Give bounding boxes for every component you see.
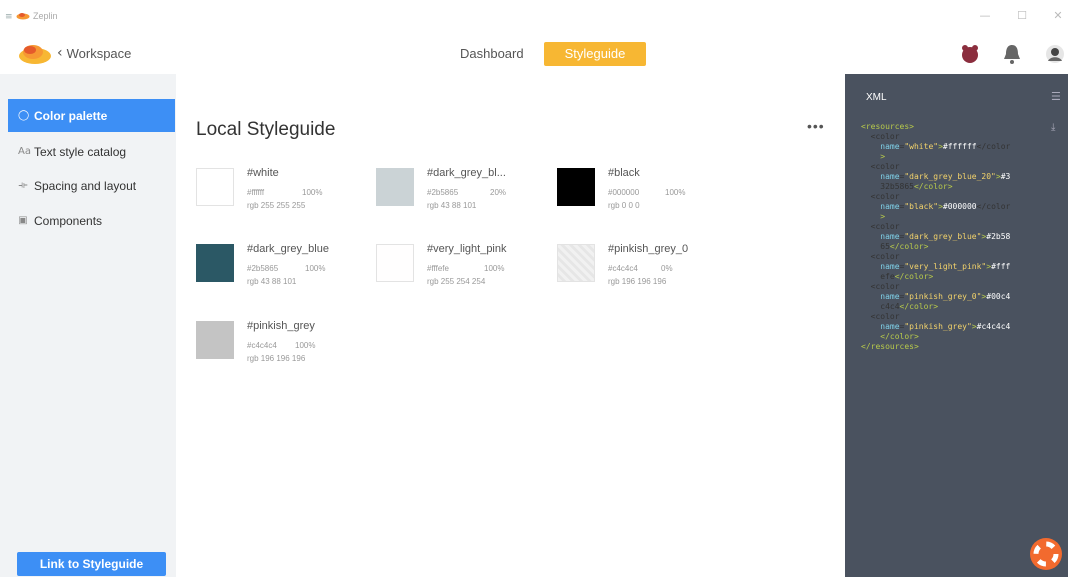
palette-icon: ◯ xyxy=(18,110,30,121)
color-chip xyxy=(376,244,414,282)
avatar-bug-icon[interactable] xyxy=(958,42,982,66)
xml-code-line: <color xyxy=(861,162,900,171)
back-label: Workspace xyxy=(66,45,132,61)
xml-code-line: name="very_light_pink">#fff xyxy=(880,262,1011,271)
color-chip xyxy=(196,321,234,359)
xml-code-line: c4c4</color> xyxy=(861,302,939,311)
main-content: Local Styleguide ••• #white #ffffff 100%… xyxy=(176,74,845,577)
color-hex: #c4c4c4 xyxy=(608,264,638,273)
help-lifebuoy-icon[interactable] xyxy=(1030,538,1062,570)
minimize-button[interactable]: — xyxy=(978,9,992,22)
xml-code-line: efe</color> xyxy=(861,272,934,281)
color-opacity: 100% xyxy=(302,188,323,197)
color-name: #dark_grey_bl... xyxy=(427,167,506,179)
download-icon[interactable]: ⤓ xyxy=(1051,122,1055,133)
xml-code-line: name="dark_grey_blue">#2b58 xyxy=(880,232,1011,241)
color-rgb: rgb 255 254 254 xyxy=(427,277,486,286)
color-chip xyxy=(557,244,595,282)
maximize-button[interactable]: ☐ xyxy=(1015,9,1029,22)
app-name: Zeplin xyxy=(33,11,58,21)
tab-dashboard[interactable]: Dashboard xyxy=(446,42,538,66)
xml-code-line: name="dark_grey_blue_20">#3 xyxy=(880,172,1011,181)
color-opacity: 0% xyxy=(661,264,673,273)
sidebar: ◯ Color palette Aa Text style catalog ⟛ … xyxy=(0,74,176,577)
color-hex: #fffefe xyxy=(427,264,449,273)
xml-code-line: > xyxy=(880,212,886,221)
xml-code-line: <resources> xyxy=(861,122,914,131)
xml-code-line: > xyxy=(880,152,886,161)
color-rgb: rgb 43 88 101 xyxy=(247,277,297,286)
more-options-button[interactable]: ••• xyxy=(807,118,825,134)
xml-code-line: <color xyxy=(861,252,900,261)
spacing-icon: ⟛ xyxy=(18,180,28,191)
sidebar-item-label: Text style catalog xyxy=(34,144,127,159)
components-icon: ▣ xyxy=(18,215,28,226)
sidebar-item-label: Spacing and layout xyxy=(34,178,137,193)
close-button[interactable]: ✕ xyxy=(1051,9,1065,22)
color-name: #white xyxy=(247,167,279,179)
xml-code-line: </resources> xyxy=(861,342,919,351)
color-name: #pinkish_grey xyxy=(247,320,315,332)
notification-bell-icon[interactable] xyxy=(1000,42,1024,66)
xml-code-line: <color xyxy=(861,132,900,141)
xml-code-line: name="pinkish_grey">#c4c4c4 xyxy=(880,322,1011,331)
app-header: ‹ Workspace Dashboard Styleguide xyxy=(0,34,1068,74)
xml-code-line: <color xyxy=(861,282,900,291)
link-to-styleguide-button[interactable]: Link to Styleguide xyxy=(17,552,166,576)
color-chip xyxy=(557,168,595,206)
xml-code-block: <resources> <color name="white">#ffffff<… xyxy=(861,122,1010,352)
back-to-workspace-link[interactable]: ‹ Workspace xyxy=(57,45,131,61)
color-hex: #ffffff xyxy=(247,188,265,197)
window-titlebar: ≡ Zeplin — ☐ ✕ xyxy=(0,0,1068,34)
chevron-left-icon: ‹ xyxy=(57,45,63,61)
xml-code-line: <color xyxy=(861,312,900,321)
text-style-icon: Aa xyxy=(18,146,31,157)
sidebar-item-label: Color palette xyxy=(34,108,108,123)
user-avatar-icon[interactable] xyxy=(1043,42,1067,66)
color-rgb: rgb 196 196 196 xyxy=(247,354,306,363)
sidebar-item-text-style-catalog[interactable]: Aa Text style catalog xyxy=(8,135,175,168)
sidebar-item-spacing-layout[interactable]: ⟛ Spacing and layout xyxy=(8,169,175,202)
color-rgb: rgb 255 255 255 xyxy=(247,201,306,210)
zeplin-logo-icon xyxy=(16,13,30,20)
xml-code-line: <color xyxy=(861,222,900,231)
color-name: #black xyxy=(608,167,640,179)
color-name: #dark_grey_blue xyxy=(247,243,329,255)
color-rgb: rgb 43 88 101 xyxy=(427,201,477,210)
color-hex: #000000 xyxy=(608,188,640,197)
xml-code-line: </color> xyxy=(880,332,919,341)
xml-panel-title: XML xyxy=(866,92,887,103)
xml-code-line: 32b5865</color> xyxy=(861,182,953,191)
settings-sliders-icon[interactable]: ☰ xyxy=(1051,90,1061,103)
color-chip xyxy=(196,244,234,282)
hamburger-icon[interactable]: ≡ xyxy=(5,12,13,22)
color-opacity: 100% xyxy=(305,264,326,273)
color-opacity: 20% xyxy=(490,188,507,197)
xml-code-line: <color xyxy=(861,192,900,201)
sidebar-item-color-palette[interactable]: ◯ Color palette xyxy=(8,99,175,132)
sidebar-item-label: Components xyxy=(34,213,103,228)
sidebar-item-components[interactable]: ▣ Components xyxy=(8,204,175,237)
xml-code-panel: XML ☰ ⤓ <resources> <color name="white">… xyxy=(845,74,1068,577)
color-rgb: rgb 196 196 196 xyxy=(608,277,667,286)
zeplin-logo-icon xyxy=(19,45,51,64)
tab-styleguide[interactable]: Styleguide xyxy=(544,42,646,66)
color-opacity: 100% xyxy=(295,341,316,350)
xml-code-line: name="pinkish_grey_0">#00c4 xyxy=(880,292,1011,301)
color-rgb: rgb 0 0 0 xyxy=(608,201,640,210)
xml-code-line: name="white">#ffffff</color xyxy=(880,142,1011,151)
color-chip xyxy=(376,168,414,206)
xml-code-line: 65</color> xyxy=(861,242,929,251)
xml-code-line: name="black">#000000</color xyxy=(880,202,1011,211)
color-chip xyxy=(196,168,234,206)
color-name: #very_light_pink xyxy=(427,243,507,255)
page-title: Local Styleguide xyxy=(196,119,336,140)
color-hex: #2b5865 xyxy=(427,188,459,197)
color-name: #pinkish_grey_0 xyxy=(608,243,689,255)
color-opacity: 100% xyxy=(484,264,505,273)
color-hex: #c4c4c4 xyxy=(247,341,277,350)
color-opacity: 100% xyxy=(665,188,686,197)
color-hex: #2b5865 xyxy=(247,264,279,273)
